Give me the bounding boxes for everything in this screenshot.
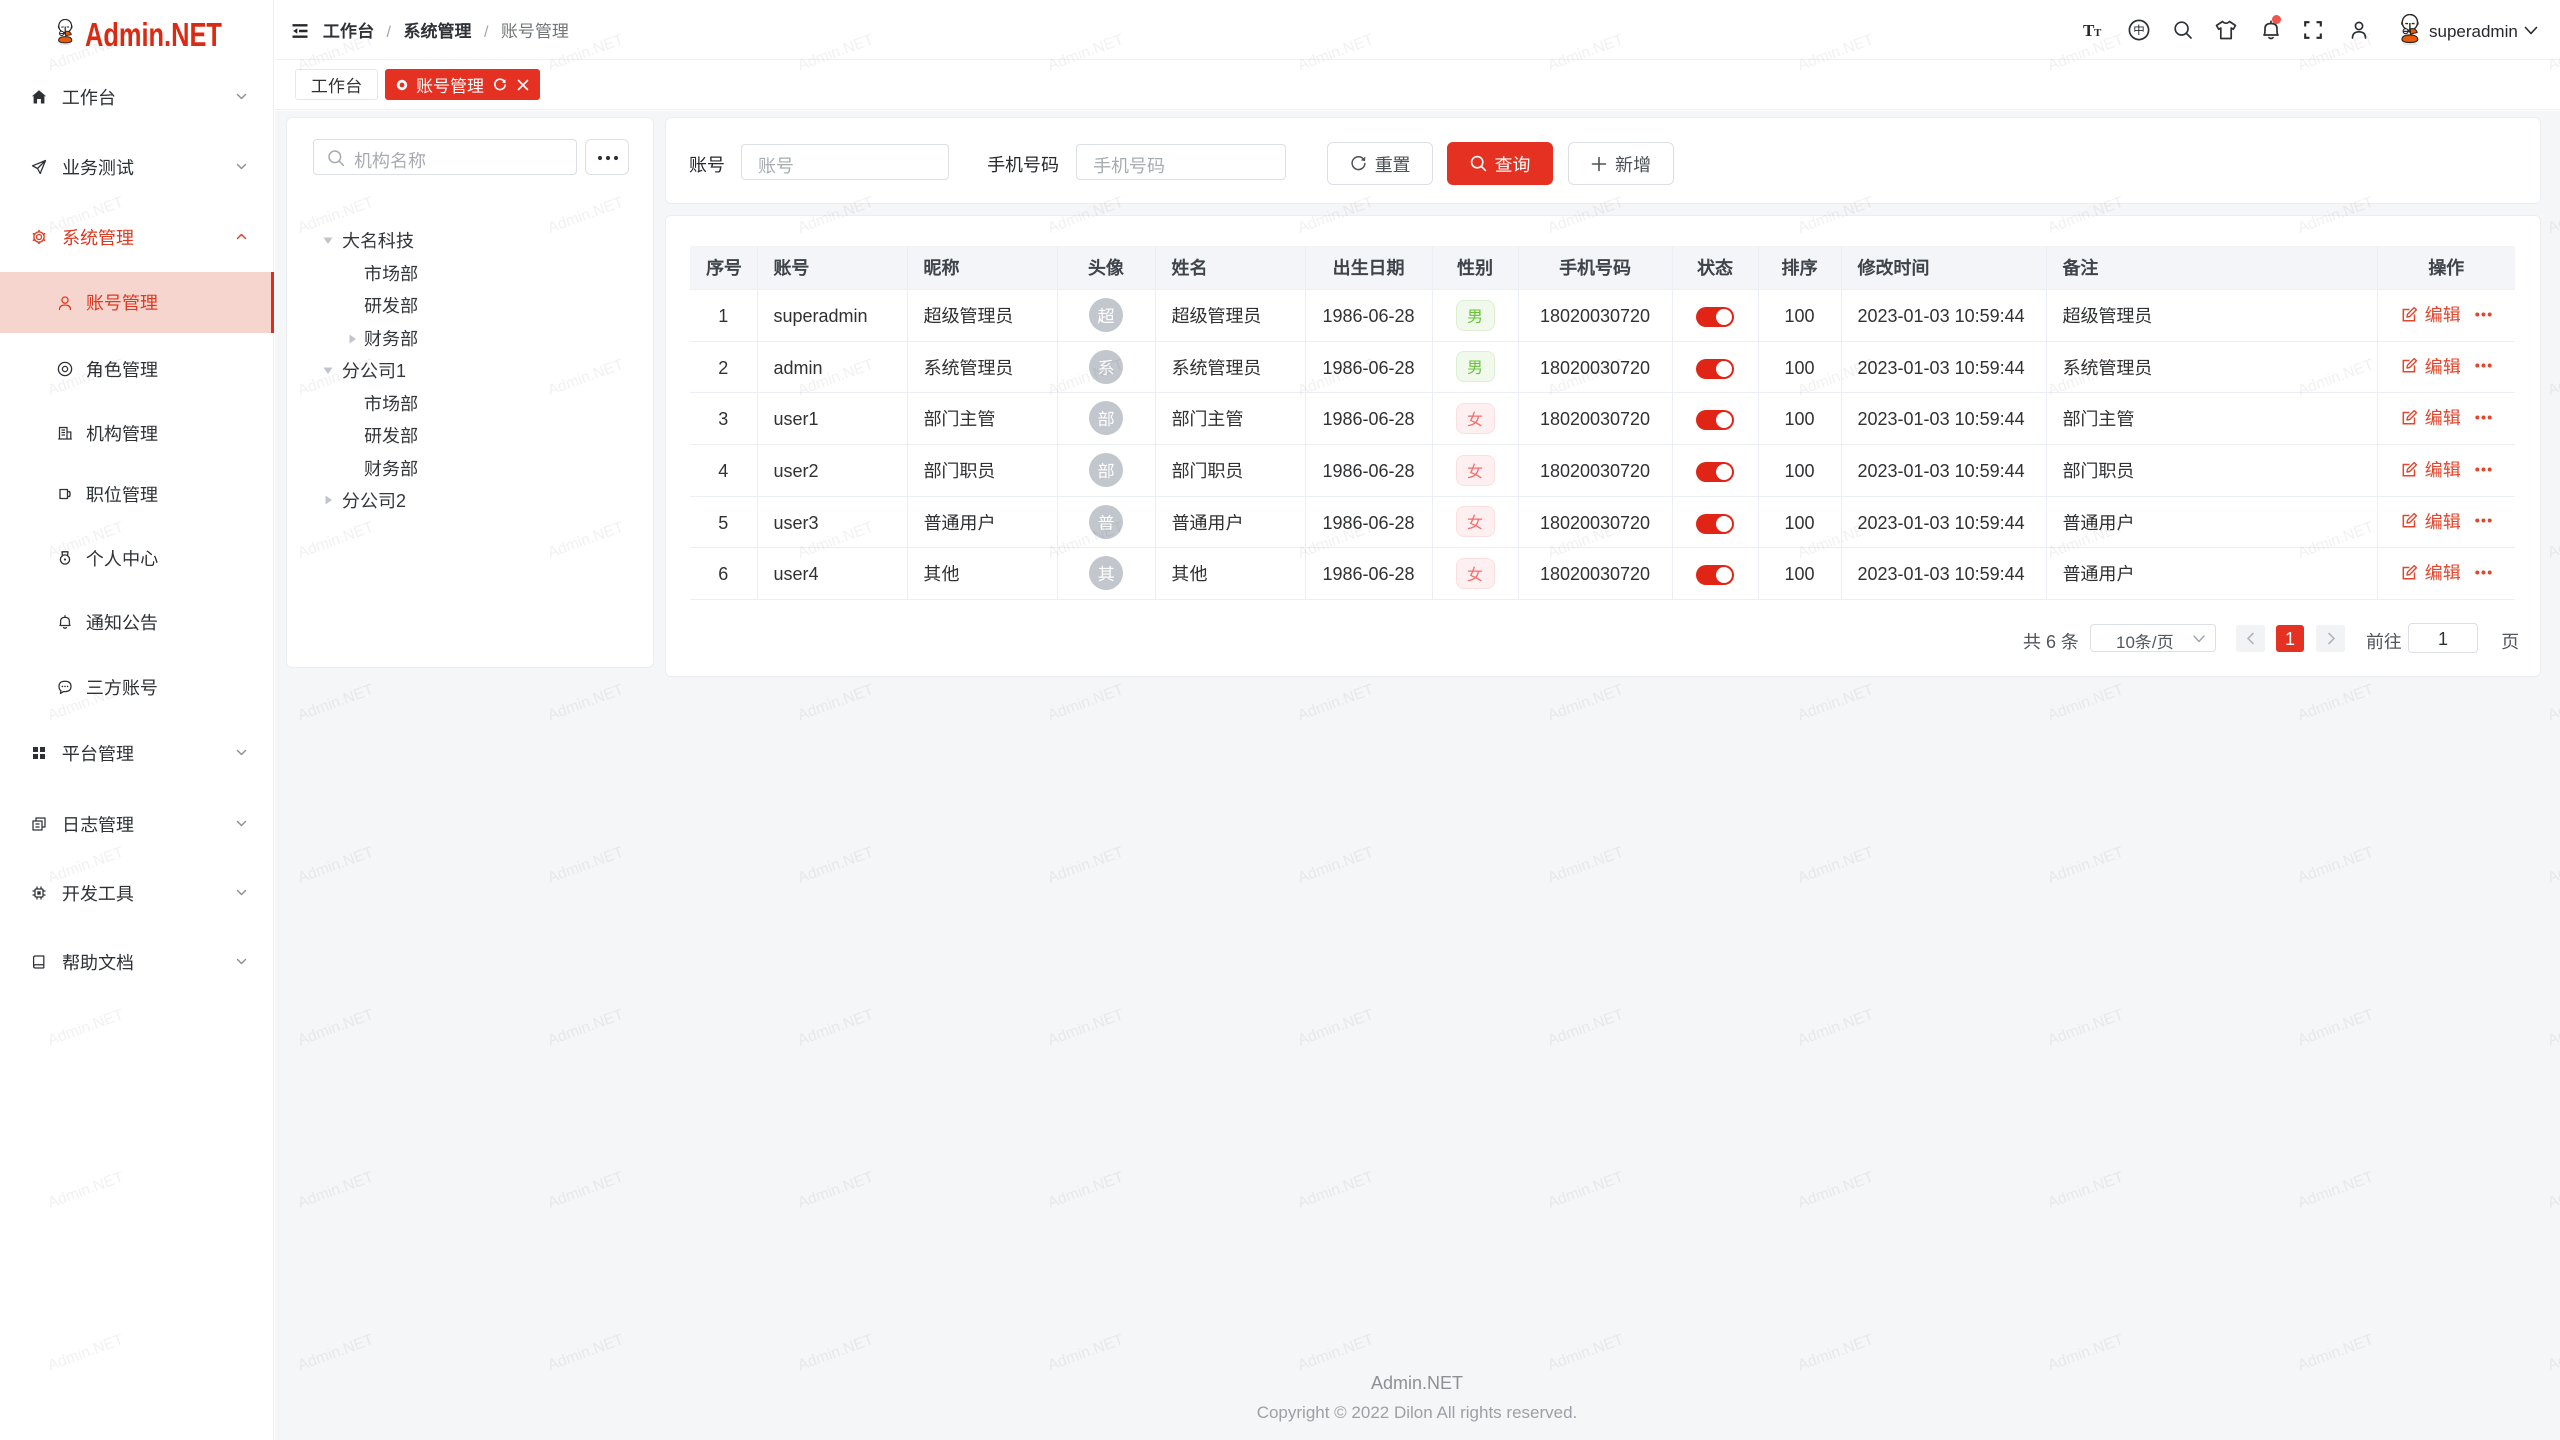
svg-text:T: T <box>2094 27 2102 39</box>
